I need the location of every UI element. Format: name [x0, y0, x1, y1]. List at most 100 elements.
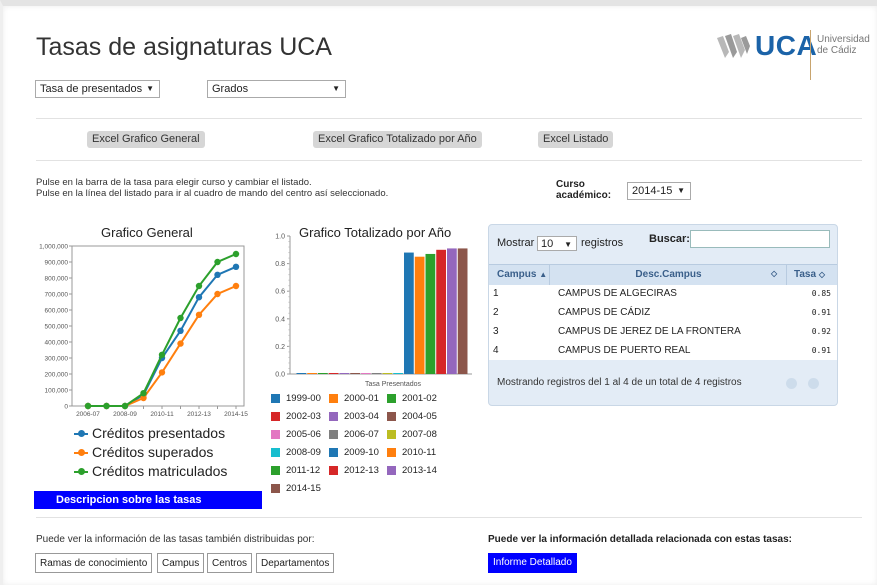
data-point[interactable] [195, 294, 203, 301]
descripcion-tasas-button[interactable]: Descripcion sobre las tasas [34, 491, 262, 509]
data-point[interactable] [214, 290, 221, 298]
legend-item[interactable]: 2012-13 [329, 465, 379, 476]
legend-item[interactable]: 2014-15 [271, 483, 321, 494]
ramas-button[interactable]: Ramas de conocimiento [35, 553, 153, 573]
chart-general[interactable]: 0 100,000 200,000 300,000 400,000 500,000 600,… [30, 236, 260, 426]
bar[interactable] [371, 373, 382, 374]
legend-item[interactable]: 2003-04 [329, 411, 379, 422]
data-point[interactable] [177, 340, 184, 347]
tasa-select[interactable]: Tasa de presentados ▼ [35, 80, 160, 98]
legend-swatch [329, 430, 338, 439]
legend-item[interactable]: 2006-07 [329, 429, 379, 440]
campus-button[interactable]: Campus [157, 553, 205, 573]
centros-button[interactable]: Centros [207, 553, 253, 573]
legend-item[interactable]: 2005-06 [271, 429, 321, 440]
legend-swatch [271, 394, 280, 403]
registros-label: registros [581, 237, 624, 249]
excel-grafico-general-button[interactable]: Excel Grafico General [87, 131, 205, 148]
data-point[interactable] [214, 271, 221, 278]
departamentos-button[interactable]: Departamentos [256, 553, 335, 573]
bar[interactable] [307, 373, 317, 374]
legend-item[interactable]: 2010-11 [387, 447, 436, 458]
legend-label: 2005-06 [286, 429, 321, 440]
previous-page-icon[interactable] [786, 378, 797, 389]
bar[interactable] [296, 373, 307, 374]
legend-item[interactable]: 2009-10 [329, 447, 379, 458]
curso-label-line: académico: [556, 190, 612, 201]
column-header-tasa[interactable]: Tasa ◇ [794, 269, 825, 280]
bar[interactable] [382, 373, 393, 374]
legend-item[interactable]: 2000-01 [329, 393, 379, 404]
campus-name-cell: CAMPUS DE CÁDIZ [558, 307, 651, 318]
data-point[interactable] [140, 390, 147, 397]
chevron-down-icon: ▼ [564, 240, 572, 249]
chevron-down-icon: ▼ [332, 84, 340, 93]
table-row[interactable]: 1 CAMPUS DE ALGECIRAS 0.85 [489, 285, 837, 303]
bar[interactable] [436, 249, 446, 374]
table-row[interactable]: 2 CAMPUS DE CÁDIZ 0.91 [489, 304, 837, 322]
bar[interactable] [339, 373, 350, 374]
legend-item[interactable]: Créditos matriculados [74, 462, 227, 481]
x-tick-label: 2010-11 [150, 411, 174, 418]
bar[interactable] [318, 373, 328, 374]
search-input[interactable] [690, 230, 830, 248]
bar[interactable] [447, 248, 457, 374]
data-point[interactable] [232, 263, 240, 270]
bar[interactable] [425, 253, 436, 374]
bar[interactable] [404, 252, 414, 374]
curso-select[interactable]: 2014-15 ▼ [627, 182, 691, 200]
bar[interactable] [361, 373, 371, 374]
page-title: Tasas de asignaturas UCA [36, 33, 332, 61]
table-row[interactable]: 4 CAMPUS DE PUERTO REAL 0.91 [489, 342, 837, 360]
data-point[interactable] [158, 369, 166, 376]
campus-id-cell: 2 [493, 307, 499, 318]
data-point[interactable] [214, 258, 221, 266]
legend-item[interactable]: 2001-02 [387, 393, 437, 404]
column-header-campus[interactable]: Campus ▲ [497, 269, 547, 280]
tasa-cell: 0.92 [811, 327, 831, 336]
data-point[interactable] [177, 314, 184, 322]
legend-item[interactable]: 2004-05 [387, 411, 437, 422]
campus-name-cell: CAMPUS DE JEREZ DE LA FRONTERA [558, 326, 741, 337]
data-point[interactable] [158, 351, 166, 358]
legend-item[interactable]: Créditos superados [74, 443, 227, 462]
logo-divider [810, 30, 811, 80]
page-length-select[interactable]: 10 ▼ [537, 236, 577, 251]
campus-id-cell: 1 [493, 288, 499, 299]
data-point[interactable] [103, 402, 110, 410]
legend-item[interactable]: 2011-12 [271, 465, 320, 476]
excel-grafico-totalizado-button[interactable]: Excel Grafico Totalizado por Año [313, 131, 482, 148]
informe-detallado-button[interactable]: Informe Detallado [488, 553, 577, 573]
data-point[interactable] [177, 327, 184, 334]
bar[interactable] [350, 373, 360, 374]
data-point[interactable] [195, 311, 203, 318]
data-point[interactable] [84, 402, 92, 410]
legend-item[interactable]: 2002-03 [271, 411, 321, 422]
data-point[interactable] [121, 402, 129, 410]
y-tick-label: 1.0 [275, 234, 285, 241]
legend-item[interactable]: 1999-00 [271, 393, 321, 404]
mostrar-label: Mostrar [497, 237, 535, 249]
legend-item[interactable]: 2007-08 [387, 429, 437, 440]
uca-logo[interactable]: UCA Universidad de Cádiz [715, 28, 870, 80]
legend-label: 2006-07 [344, 429, 379, 440]
legend-label: 1999-00 [286, 393, 321, 404]
chart-general-legend: Créditos presentados Créditos superados … [74, 424, 227, 481]
bar[interactable] [393, 373, 403, 374]
bar[interactable] [457, 248, 468, 374]
data-point[interactable] [232, 282, 240, 290]
chart-totalizado[interactable]: 0.0 0.2 0.4 0.6 0.8 1.0 Tasa Presentados [262, 228, 482, 394]
legend-item[interactable]: 2008-09 [271, 447, 321, 458]
nivel-select[interactable]: Grados ▼ [207, 80, 346, 98]
legend-item[interactable]: 2013-14 [387, 465, 437, 476]
excel-listado-button[interactable]: Excel Listado [538, 131, 614, 148]
legend-item[interactable]: Créditos presentados [74, 424, 227, 443]
column-header-desc-campus[interactable]: Desc.Campus [556, 269, 781, 280]
legend-swatch [329, 466, 338, 475]
data-point[interactable] [232, 250, 240, 258]
table-row[interactable]: 3 CAMPUS DE JEREZ DE LA FRONTERA 0.92 [489, 323, 837, 341]
next-page-icon[interactable] [808, 378, 819, 389]
data-point[interactable] [195, 282, 203, 290]
bar[interactable] [328, 373, 339, 374]
bar[interactable] [414, 256, 425, 374]
